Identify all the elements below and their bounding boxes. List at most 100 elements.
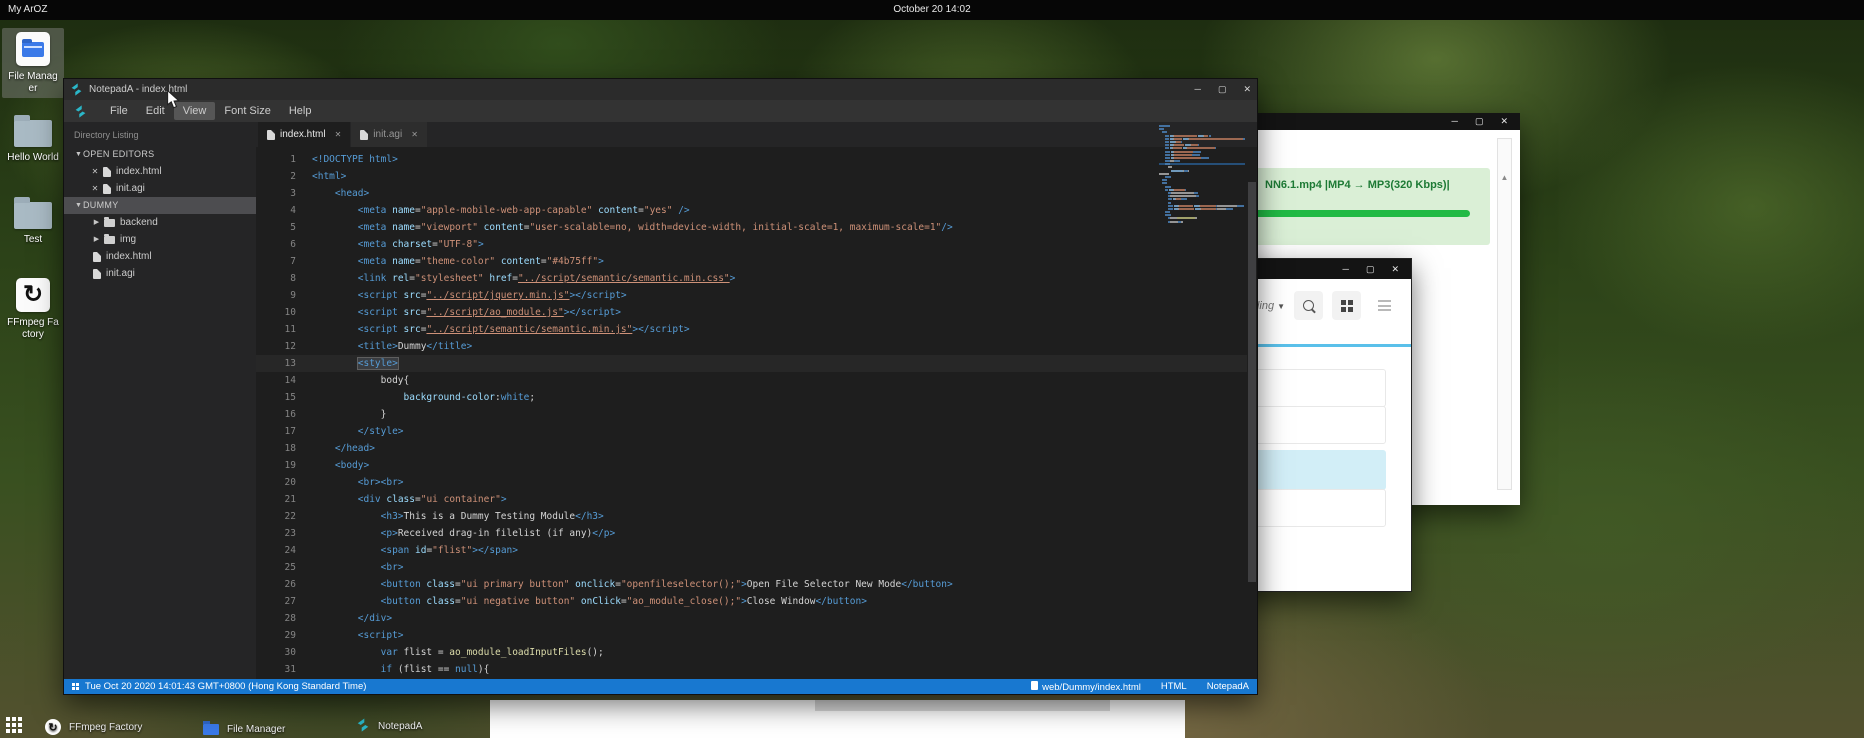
scroll-up-icon[interactable]: ▲ [1498, 139, 1511, 182]
folder-icon [104, 219, 115, 227]
search-button[interactable] [1294, 291, 1323, 320]
item-label: img [120, 231, 136, 248]
desktop-icon-file-manager[interactable]: File Manager [2, 28, 64, 98]
line-content: <button class="ui primary button" onclic… [296, 576, 953, 593]
open-editor-item[interactable]: ✕ init.agi [64, 180, 256, 197]
minimap-line [1159, 173, 1245, 175]
app-launcher-icon[interactable] [6, 717, 23, 734]
code-line: 13 <style> [256, 355, 1247, 372]
close-icon[interactable]: ✕ [90, 180, 100, 197]
menu-file[interactable]: File [101, 102, 137, 120]
grid-view-icon [1341, 300, 1353, 312]
minimap-line [1159, 202, 1245, 204]
close-button[interactable]: ✕ [1391, 265, 1399, 274]
scrollbar-thumb[interactable] [1248, 182, 1256, 582]
line-number: 7 [256, 253, 296, 270]
editor-pane: index.html✕init.agi✕ 1<!DOCTYPE html>2<h… [256, 122, 1257, 679]
line-content: <h3>This is a Dummy Testing Module</h3> [296, 508, 604, 525]
tree-item-img[interactable]: ▶img [64, 231, 256, 248]
minimap-line [1159, 141, 1245, 143]
line-content: <title>Dummy</title> [296, 338, 472, 355]
minimap-line [1159, 211, 1245, 213]
close-icon[interactable]: ✕ [411, 130, 418, 139]
minimap[interactable] [1159, 125, 1245, 224]
line-number: 20 [256, 474, 296, 491]
taskbar-item-label: File Manager [227, 724, 285, 735]
line-number: 12 [256, 338, 296, 355]
minimize-button[interactable]: ─ [1343, 265, 1349, 274]
line-number: 2 [256, 168, 296, 185]
line-number: 29 [256, 627, 296, 644]
close-button[interactable]: ✕ [1243, 85, 1251, 94]
folder-icon [14, 120, 52, 147]
folder-icon [14, 202, 52, 229]
ffmpeg-scrollbar[interactable]: ▲ [1497, 138, 1512, 490]
taskbar-item-ffmpeg-factory[interactable]: ↻FFmpeg Factory [45, 719, 142, 735]
status-language[interactable]: HTML [1161, 681, 1187, 692]
notepada-titlebar[interactable]: NotepadA - index.html ─ ▢ ✕ [64, 79, 1257, 100]
tree-section-open-editors[interactable]: ▼OPEN EDITORS [64, 146, 256, 163]
close-icon[interactable]: ✕ [90, 163, 100, 180]
code-line: 10 <script src="../script/ao_module.js">… [256, 304, 1247, 321]
minimap-line [1159, 192, 1245, 194]
file-label: index.html [116, 163, 162, 180]
tab-init-agi[interactable]: init.agi✕ [351, 122, 427, 147]
code-line: 31 if (flist == null){ [256, 661, 1247, 678]
minimize-button[interactable]: ─ [1452, 117, 1458, 126]
list-view-button[interactable] [1370, 291, 1399, 320]
line-number: 14 [256, 372, 296, 389]
maximize-button[interactable]: ▢ [1218, 85, 1227, 94]
desktop-icon-test[interactable]: Test [2, 198, 64, 249]
open-editor-item[interactable]: ✕ index.html [64, 163, 256, 180]
close-icon[interactable]: ✕ [335, 130, 342, 139]
minimap-line [1159, 170, 1245, 172]
line-content: </head> [296, 440, 375, 457]
taskbar-item-label: FFmpeg Factory [69, 722, 142, 733]
code-line: 11 <script src="../script/semantic/seman… [256, 321, 1247, 338]
line-number: 23 [256, 525, 296, 542]
list-view-icon [1378, 300, 1391, 311]
taskbar-item-notepada[interactable]: NotepadA [356, 718, 422, 735]
line-number: 10 [256, 304, 296, 321]
maximize-button[interactable]: ▢ [1475, 117, 1484, 126]
desktop-icon-hello-world[interactable]: Hello World [2, 116, 64, 167]
line-number: 26 [256, 576, 296, 593]
code-line: 30 var flist = ao_module_loadInputFiles(… [256, 644, 1247, 661]
file-icon [1031, 681, 1038, 690]
desktop-icon-ffmpeg-factory[interactable]: ↻FFmpeg Factory [2, 274, 64, 344]
tab-index-html[interactable]: index.html✕ [258, 122, 350, 147]
line-number: 30 [256, 644, 296, 661]
grid-view-button[interactable] [1332, 291, 1361, 320]
code-line: 24 <span id="flist"></span> [256, 542, 1247, 559]
code-line: 23 <p>Received drag-in filelist (if any)… [256, 525, 1247, 542]
minimap-line [1159, 205, 1245, 207]
code-line: 3 <head> [256, 185, 1247, 202]
code-line: 18 </head> [256, 440, 1247, 457]
code-area[interactable]: 1<!DOCTYPE html>2<html>3 <head>4 <meta n… [256, 147, 1247, 679]
close-button[interactable]: ✕ [1500, 117, 1508, 126]
tree-section-dummy[interactable]: ▼DUMMY [64, 197, 256, 214]
label-line: er [2, 83, 64, 95]
desktop: My ArOZ October 20 14:02 File ManagerHel… [0, 0, 1864, 738]
minimap-line [1159, 144, 1245, 146]
code-line: 9 <script src="../script/jquery.min.js">… [256, 287, 1247, 304]
line-content: <body> [296, 457, 369, 474]
menu-help[interactable]: Help [280, 102, 321, 120]
tree-item-index-html[interactable]: index.html [64, 248, 256, 265]
app-tile: ↻ [16, 278, 50, 312]
tree-item-backend[interactable]: ▶backend [64, 214, 256, 231]
editor-scrollbar[interactable] [1247, 147, 1257, 679]
line-content: <div class="ui container"> [296, 491, 507, 508]
file-label: init.agi [116, 180, 145, 197]
tree-item-init-agi[interactable]: init.agi [64, 265, 256, 282]
menu-font-size[interactable]: Font Size [215, 102, 279, 120]
item-label: index.html [106, 248, 152, 265]
status-filepath[interactable]: web/Dummy/index.html [1042, 682, 1141, 693]
line-content: <button class="ui negative button" onCli… [296, 593, 867, 610]
line-content: <br><br> [296, 474, 404, 491]
minimize-button[interactable]: ─ [1195, 85, 1201, 94]
maximize-button[interactable]: ▢ [1366, 265, 1375, 274]
minimap-line [1159, 217, 1245, 219]
taskbar-item-file-manager[interactable]: File Manager [203, 724, 285, 735]
minimap-line [1159, 131, 1245, 133]
